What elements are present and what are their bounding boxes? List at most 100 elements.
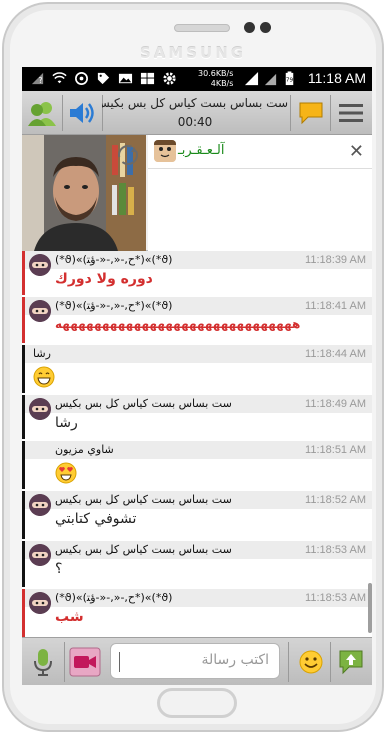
room-timer: 00:40 — [177, 115, 213, 129]
home-button[interactable] — [157, 688, 237, 718]
message-username: (*ϑ)«(ح,-«,-«-ﺅﺘ*)«(*ϑ) — [55, 299, 173, 312]
device-brand: SAMSUNG — [139, 44, 247, 62]
message-input[interactable]: اكتب رسالة — [110, 643, 280, 679]
message-time: 11:18:44 AM — [305, 348, 366, 360]
private-chat-button[interactable] — [295, 97, 327, 129]
proximity-sensor — [260, 22, 271, 33]
message-time: 11:18:41 AM — [305, 300, 366, 312]
camera-button[interactable] — [68, 645, 102, 679]
ninja-avatar-icon — [29, 544, 51, 566]
screen: ? 30.6KB/s 4KB/s 79 11:18 AM ست بساس بست… — [22, 67, 372, 685]
ninja-avatar-icon — [29, 398, 51, 420]
tag-icon — [97, 72, 110, 85]
users-button[interactable] — [26, 97, 58, 129]
avatar — [29, 254, 51, 276]
hamburger-icon — [339, 104, 363, 122]
battery-icon: 79 — [285, 71, 294, 86]
avatar — [29, 494, 51, 516]
phone-frame: SAMSUNG ? 30.6KB/s 4KB/s 79 11:18 AM ست … — [2, 2, 384, 732]
volume-button[interactable] — [66, 97, 98, 129]
earpiece-speaker — [174, 24, 230, 32]
sync-icon — [75, 72, 88, 85]
message-time: 11:18:51 AM — [305, 444, 366, 456]
speaker-area — [148, 169, 372, 251]
ninja-avatar-icon — [29, 592, 51, 614]
message-text: رشا — [55, 415, 78, 431]
avatar — [29, 300, 51, 322]
message-username: (*ϑ)«(ح,-«,-«-ﺅﺘ*)«(*ϑ) — [55, 253, 173, 266]
grin-emoji-icon — [33, 366, 55, 388]
battery-level: 79 — [286, 77, 294, 83]
send-arrow-icon — [339, 650, 363, 675]
input-divider — [330, 642, 331, 682]
header-divider — [62, 95, 63, 131]
speaker-name: آلـعـقـربـ — [178, 143, 225, 158]
emoji-button[interactable] — [294, 645, 328, 679]
message-text: تشوفي كتابتي — [55, 511, 137, 527]
chat-messages[interactable]: (*ϑ)«(ح,-«,-«-ﺅﺘ*)«(*ϑ) 11:18:39 AM دوره… — [22, 251, 372, 637]
message-time: 11:18:49 AM — [305, 398, 366, 410]
microphone-button[interactable] — [26, 645, 60, 679]
sim-icon — [264, 73, 277, 86]
header-divider — [290, 95, 291, 131]
message-username: ست بساس بست كياس كل بس بكيس — [55, 493, 232, 506]
camera-switch-icon — [118, 145, 138, 165]
svg-text:?: ? — [38, 76, 42, 85]
camera-video[interactable] — [22, 135, 146, 251]
current-speaker-box: آلـعـقـربـ ✕ — [148, 135, 372, 169]
message-username: رشا — [33, 347, 51, 360]
list-item: (*ϑ)«(ح,-«,-«-ﺅﺘ*)«(*ϑ) 11:18:41 AM هههه… — [22, 297, 372, 343]
list-item: (*ϑ)«(ح,-«,-«-ﺅﺘ*)«(*ϑ) 11:18:53 AM شب — [22, 589, 372, 637]
message-time: 11:18:52 AM — [305, 494, 366, 506]
send-button[interactable] — [334, 645, 368, 679]
speaker-volume-icon — [70, 103, 94, 123]
video-panel: آلـعـقـربـ ✕ — [22, 135, 372, 251]
menu-button[interactable] — [335, 97, 367, 129]
ninja-avatar-icon — [29, 254, 51, 276]
list-item: رشا 11:18:44 AM — [22, 345, 372, 393]
wifi-icon — [52, 72, 67, 84]
message-text: ؟ — [55, 561, 63, 577]
video-camera-icon — [69, 647, 101, 677]
input-divider — [288, 642, 289, 682]
message-time: 11:18:53 AM — [305, 592, 366, 604]
message-time: 11:18:39 AM — [305, 254, 366, 266]
list-item: (*ϑ)«(ح,-«,-«-ﺅﺘ*)«(*ϑ) 11:18:39 AM دوره… — [22, 251, 372, 295]
avatar-face-icon — [154, 140, 176, 162]
notification-icons: ? — [30, 71, 177, 86]
input-divider — [64, 642, 65, 682]
message-input-bar: اكتب رسالة — [22, 637, 372, 685]
speed-down: 4KB/s — [210, 79, 234, 88]
speaker-avatar — [154, 140, 176, 162]
network-speed: 30.6KB/s 4KB/s — [198, 69, 233, 89]
message-username: ست بساس بست كياس كل بس بكيس — [55, 397, 232, 410]
status-bar: ? 30.6KB/s 4KB/s 79 11:18 AM — [22, 67, 372, 91]
message-text: دوره ولا دورك — [55, 271, 153, 287]
close-icon[interactable]: ✕ — [349, 141, 364, 162]
message-time: 11:18:53 AM — [305, 544, 366, 556]
question-icon: ? — [31, 72, 44, 85]
chat-bubble-icon — [299, 102, 323, 125]
message-username: (*ϑ)«(ح,-«,-«-ﺅﺘ*)«(*ϑ) — [55, 591, 173, 604]
gear-icon — [163, 72, 176, 85]
signal-icon — [244, 71, 259, 86]
list-item: شاوي مزيون 11:18:51 AM — [22, 441, 372, 489]
ninja-avatar-icon — [29, 494, 51, 516]
list-item: ست بساس بست كياس كل بس بكيس 11:18:49 AM … — [22, 395, 372, 439]
list-item: ست بساس بست كياس كل بس بكيس 11:18:52 AM … — [22, 491, 372, 539]
avatar — [29, 544, 51, 566]
switch-camera-button[interactable] — [116, 143, 140, 167]
status-clock: 11:18 AM — [307, 70, 366, 86]
message-text: شب — [55, 609, 84, 625]
windows-icon — [140, 72, 155, 85]
message-username: ست بساس بست كياس كل بس بكيس — [55, 543, 232, 556]
image-icon — [118, 73, 133, 84]
message-text: ههههههههههههههههههههههههههههههه — [55, 317, 301, 331]
message-username: شاوي مزيون — [55, 443, 114, 456]
app-header: ست بساس بست كياس كل بس بكيس 00:40 — [22, 91, 372, 135]
front-camera — [244, 22, 255, 33]
speed-up: 30.6KB/s — [198, 69, 234, 78]
chat-scrollbar[interactable] — [368, 583, 372, 633]
system-icons: 79 — [244, 71, 297, 86]
header-divider — [330, 95, 331, 131]
